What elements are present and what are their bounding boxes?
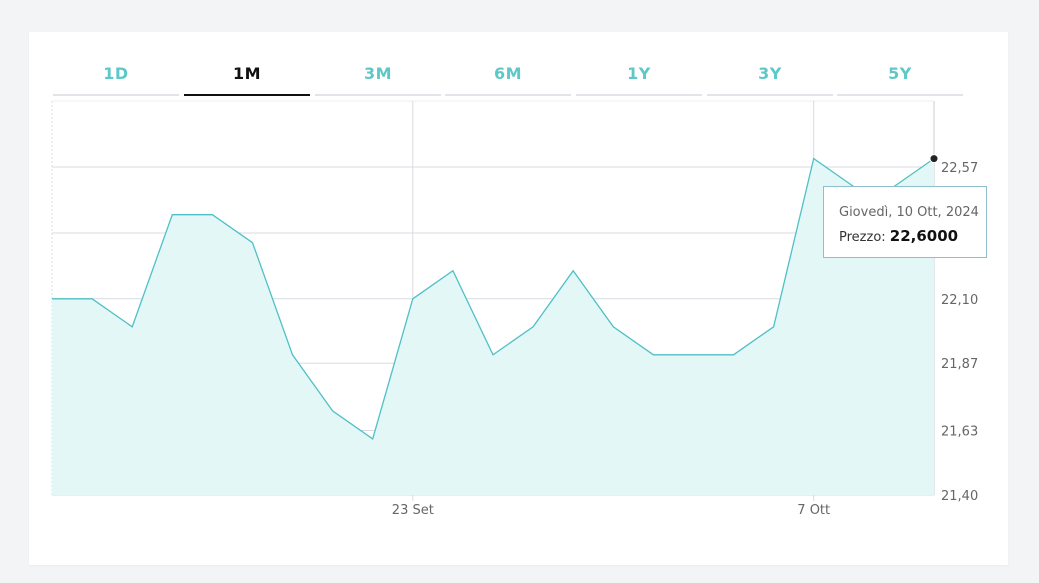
y-tick-label: 22,10 [941, 293, 978, 308]
y-tick-label: 21,40 [941, 489, 978, 504]
price-tooltip: Giovedì, 10 Ott, 2024 Prezzo: 22,6000 [823, 186, 987, 258]
y-tick-label: 21,63 [941, 425, 978, 440]
x-tick-label: 7 Ott [797, 503, 830, 518]
tooltip-date: Giovedì, 10 Ott, 2024 [839, 205, 979, 220]
tooltip-price-value: 22,6000 [889, 227, 959, 245]
tooltip-price-label: Prezzo: [839, 230, 886, 245]
tooltip-price-row: Prezzo: 22,6000 [839, 227, 958, 245]
price-chart[interactable]: 22,57 22,10 21,87 21,63 21,40 23 Set 7 Ott [0, 0, 1039, 583]
y-tick-label: 22,57 [941, 161, 978, 176]
highlight-point [929, 154, 939, 164]
y-tick-label: 21,87 [941, 357, 978, 372]
x-tick-label: 23 Set [392, 503, 434, 518]
